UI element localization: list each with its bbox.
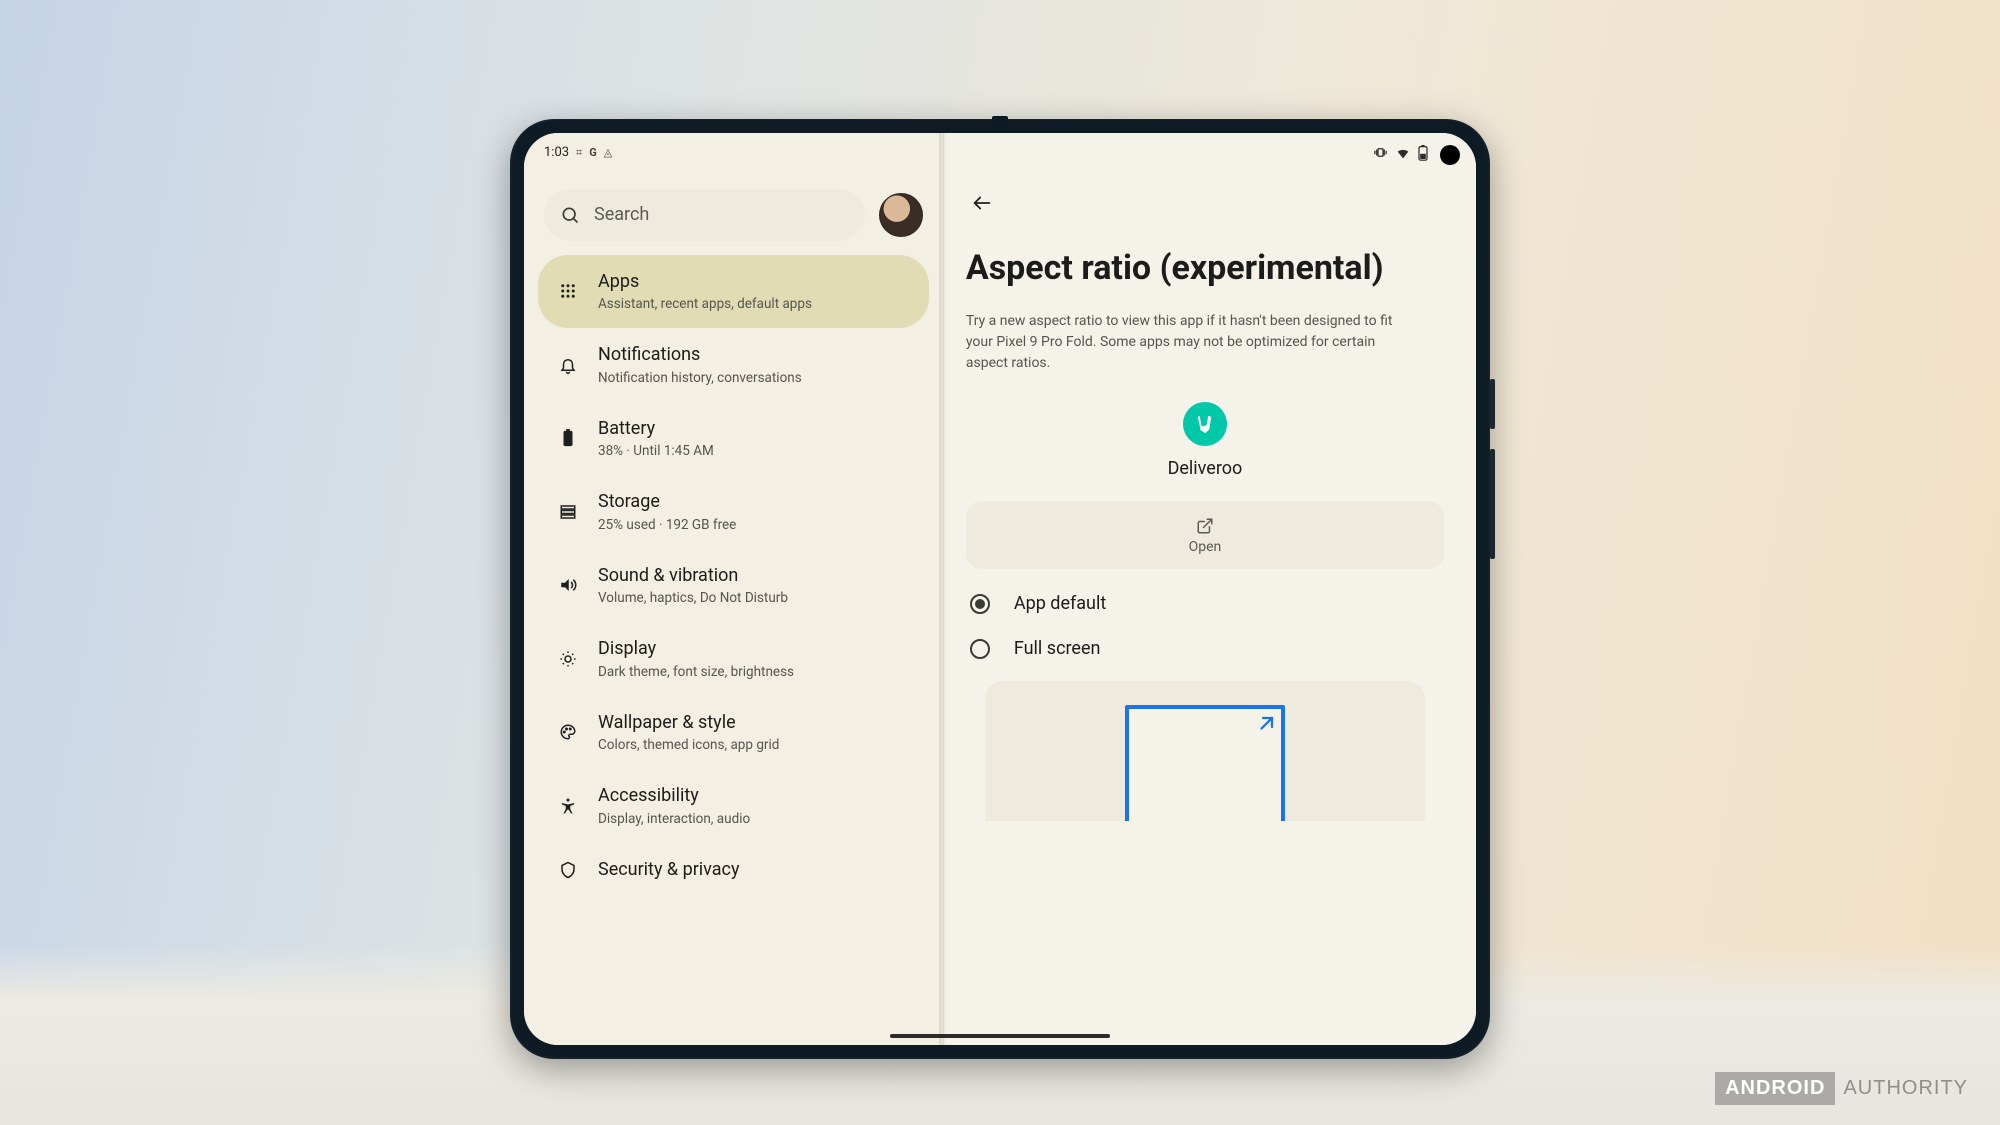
open-external-icon	[1196, 517, 1214, 535]
aspect-ratio-radio-group: App default Full screen	[966, 593, 1444, 659]
aspect-ratio-preview	[985, 681, 1425, 821]
setting-title: Security & privacy	[598, 859, 740, 882]
setting-subtitle: 25% used · 192 GB free	[598, 517, 736, 533]
radio-app-default[interactable]: App default	[970, 593, 1444, 614]
page-title: Aspect ratio (experimental)	[966, 247, 1396, 290]
setting-subtitle: 38% · Until 1:45 AM	[598, 443, 714, 459]
bell-icon	[556, 356, 580, 374]
setting-title: Display	[598, 638, 794, 661]
google-icon: G	[589, 146, 597, 159]
search-placeholder: Search	[594, 204, 649, 225]
device-screen: 1:03 ⌗ G ◬ Search Apps Assistant, recent …	[524, 133, 1476, 1045]
search-input[interactable]: Search	[544, 189, 865, 241]
expand-arrow-icon	[1257, 715, 1275, 733]
setting-title: Accessibility	[598, 785, 750, 808]
watermark-brand-rest: AUTHORITY	[1835, 1072, 1976, 1105]
setting-title: Storage	[598, 491, 736, 514]
accessibility-icon	[556, 797, 580, 815]
back-button[interactable]	[966, 187, 998, 219]
profile-avatar[interactable]	[879, 193, 923, 237]
settings-item-battery[interactable]: Battery 38% · Until 1:45 AM	[538, 402, 929, 476]
arrow-left-icon	[971, 192, 993, 214]
open-label: Open	[1189, 539, 1222, 555]
setting-title: Wallpaper & style	[598, 712, 779, 735]
setting-subtitle: Display, interaction, audio	[598, 811, 750, 827]
pixel-fold-device-frame: 1:03 ⌗ G ◬ Search Apps Assistant, recent …	[510, 119, 1490, 1059]
slack-icon: ⌗	[576, 146, 582, 160]
settings-item-sound-vibration[interactable]: Sound & vibration Volume, haptics, Do Not…	[538, 549, 929, 623]
wifi-icon	[1395, 145, 1411, 161]
radio-indicator	[970, 639, 990, 659]
apps-grid-icon	[556, 282, 580, 300]
setting-subtitle: Volume, haptics, Do Not Disturb	[598, 590, 788, 606]
settings-detail-pane: Aspect ratio (experimental) Try a new as…	[943, 133, 1476, 1045]
vibrate-icon	[1373, 145, 1388, 160]
search-icon	[560, 205, 580, 225]
setting-subtitle: Colors, themed icons, app grid	[598, 737, 779, 753]
watermark: ANDROID AUTHORITY	[1715, 1072, 1976, 1105]
settings-item-display[interactable]: Display Dark theme, font size, brightness	[538, 622, 929, 696]
settings-item-wallpaper-style[interactable]: Wallpaper & style Colors, themed icons, a…	[538, 696, 929, 770]
radio-full-screen[interactable]: Full screen	[970, 638, 1444, 659]
display-icon	[556, 650, 580, 668]
battery-status-icon	[1418, 145, 1428, 161]
setting-title: Battery	[598, 418, 714, 441]
radio-label: Full screen	[1014, 638, 1101, 659]
status-bar: 1:03 ⌗ G ◬	[538, 133, 929, 163]
settings-item-security-privacy[interactable]: Security & privacy	[538, 843, 929, 898]
gesture-nav-handle[interactable]	[890, 1034, 1110, 1038]
setting-title: Apps	[598, 271, 812, 294]
battery-icon	[556, 429, 580, 447]
camera-punch-hole	[1440, 145, 1460, 165]
setting-subtitle: Notification history, conversations	[598, 370, 802, 386]
status-bar-right	[966, 133, 1444, 163]
setting-subtitle: Assistant, recent apps, default apps	[598, 296, 812, 312]
setting-subtitle: Dark theme, font size, brightness	[598, 664, 794, 680]
open-app-button[interactable]: Open	[966, 501, 1444, 569]
security-icon	[556, 861, 580, 879]
settings-item-storage[interactable]: Storage 25% used · 192 GB free	[538, 475, 929, 549]
radio-indicator	[970, 594, 990, 614]
volume-rocker	[1490, 449, 1495, 559]
page-description: Try a new aspect ratio to view this app …	[966, 311, 1406, 374]
setting-title: Notifications	[598, 344, 802, 367]
preview-fullscreen-box	[1125, 705, 1285, 821]
deliveroo-app-icon	[1183, 402, 1227, 446]
setting-title: Sound & vibration	[598, 565, 788, 588]
app-name: Deliveroo	[1168, 458, 1243, 479]
settings-list: Apps Assistant, recent apps, default apps…	[538, 255, 929, 898]
sound-icon	[556, 576, 580, 594]
radio-label: App default	[1014, 593, 1106, 614]
storage-icon	[556, 503, 580, 521]
watermark-brand-boxed: ANDROID	[1715, 1072, 1835, 1105]
settings-item-apps[interactable]: Apps Assistant, recent apps, default apps	[538, 255, 929, 329]
snapseed-icon: ◬	[604, 146, 612, 159]
settings-item-accessibility[interactable]: Accessibility Display, interaction, audio	[538, 769, 929, 843]
power-button	[1490, 379, 1495, 429]
palette-icon	[556, 723, 580, 741]
status-time: 1:03	[544, 145, 569, 160]
settings-item-notifications[interactable]: Notifications Notification history, conve…	[538, 328, 929, 402]
settings-master-pane: 1:03 ⌗ G ◬ Search Apps Assistant, recent …	[524, 133, 943, 1045]
